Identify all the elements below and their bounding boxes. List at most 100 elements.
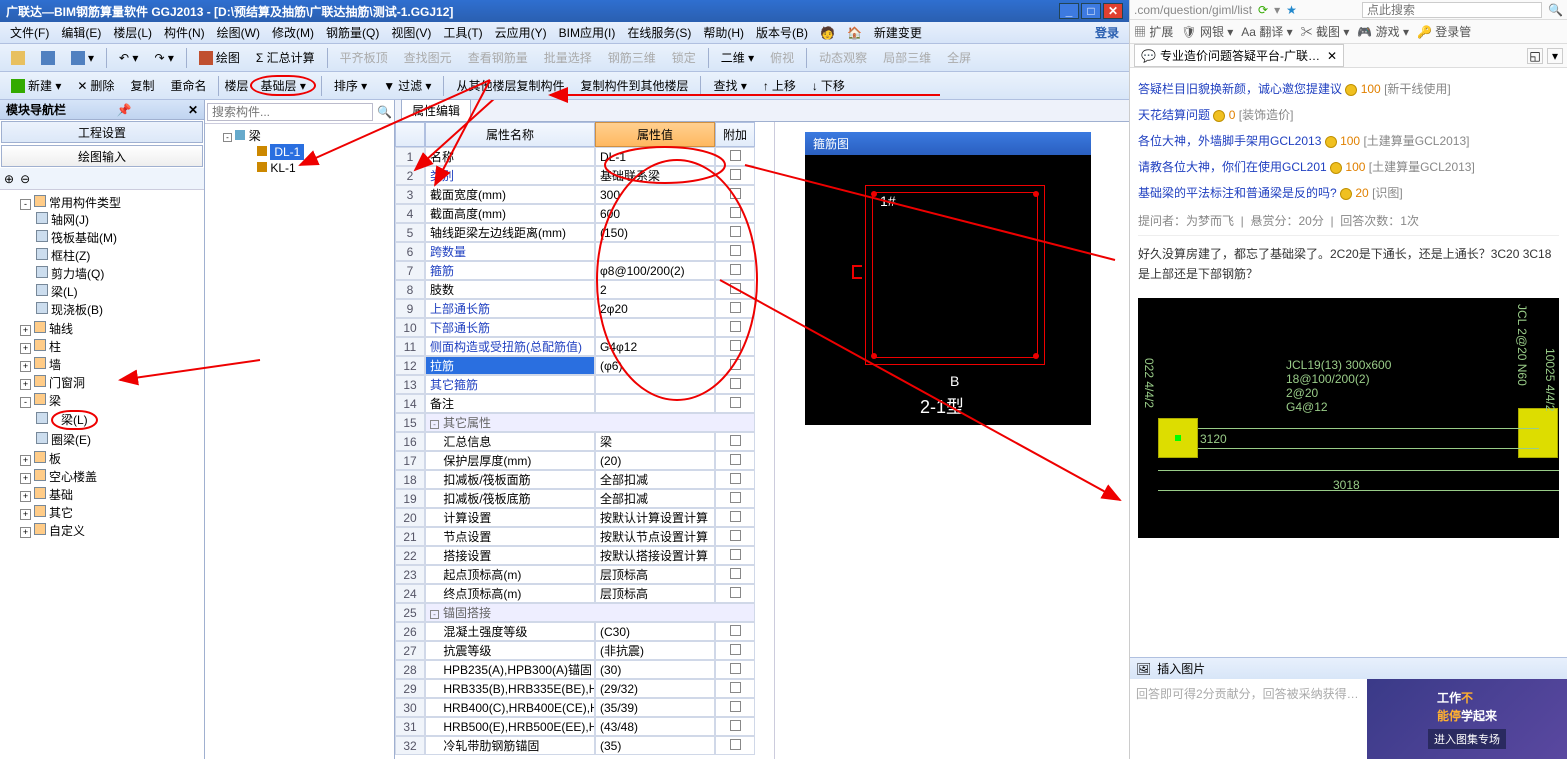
pin-icon[interactable]: 📌 <box>117 103 132 117</box>
nav-close-button[interactable]: ✕ <box>188 103 198 117</box>
menu-modify[interactable]: 修改(M) <box>266 22 320 43</box>
menu-cloud[interactable]: 云应用(Y) <box>489 22 553 43</box>
prop-row[interactable]: 28 HPB235(A),HPB300(A)锚固(30) <box>395 660 774 679</box>
close-button[interactable]: ✕ <box>1103 3 1123 19</box>
menu-version[interactable]: 版本号(B) <box>750 22 814 43</box>
prop-row[interactable]: 22 搭接设置按默认搭接设置计算 <box>395 546 774 565</box>
prop-row[interactable]: 23 起点顶标高(m)层顶标高 <box>395 565 774 584</box>
calc-button[interactable]: Σ 汇总计算 <box>249 47 322 69</box>
local3d-button[interactable]: 局部三维 <box>876 47 938 69</box>
menu-file[interactable]: 文件(F) <box>4 22 55 43</box>
tree-shearwall[interactable]: 剪力墙(Q) <box>36 265 200 283</box>
tree-axis-grid[interactable]: 轴网(J) <box>36 211 200 229</box>
prop-row[interactable]: 3截面宽度(mm)300 <box>395 185 774 204</box>
menu-online[interactable]: 在线服务(S) <box>621 22 697 43</box>
ext-button[interactable]: ▦ 扩展 <box>1134 23 1173 40</box>
tree-custom[interactable]: +自定义 <box>20 522 200 540</box>
prop-row[interactable]: 14备注 <box>395 394 774 413</box>
qa-item[interactable]: 请教各位大神，你们在使用GCL201 100 [土建算量GCL2013] <box>1138 154 1559 180</box>
prop-row[interactable]: 2类别基础联系梁 <box>395 166 774 185</box>
dim-select[interactable]: 二维 ▾ <box>714 47 761 69</box>
prop-row[interactable]: 13其它箍筋 <box>395 375 774 394</box>
bank-button[interactable]: 🛡 网银 ▾ <box>1181 23 1233 40</box>
prop-row[interactable]: 29 HRB335(B),HRB335E(BE),HRBF(29/32) <box>395 679 774 698</box>
prop-row[interactable]: 31 HRB500(E),HRB500E(EE),HRBF(43/48) <box>395 717 774 736</box>
menu-tools[interactable]: 工具(T) <box>437 22 488 43</box>
tab-close-icon[interactable]: ✕ <box>1327 49 1337 63</box>
tree-hollow[interactable]: +空心楼盖 <box>20 468 200 486</box>
prop-row[interactable]: 26 混凝土强度等级(C30) <box>395 622 774 641</box>
prop-row[interactable]: 10下部通长筋 <box>395 318 774 337</box>
view-rebar-button[interactable]: 查看钢筋量 <box>461 47 535 69</box>
copy-button[interactable]: 复制 <box>123 75 161 97</box>
tree-beam[interactable]: 梁(L) <box>36 283 200 301</box>
menu-floor[interactable]: 楼层(L) <box>107 22 158 43</box>
prop-row[interactable]: 5轴线距梁左边线距离(mm)(150) <box>395 223 774 242</box>
qa-item[interactable]: 答疑栏目旧貌换新颜，诚心邀您提建议 100 [新干线使用] <box>1138 76 1559 102</box>
align-top-button[interactable]: 平齐板顶 <box>333 47 395 69</box>
search-input[interactable] <box>207 103 373 121</box>
tree-axis[interactable]: +轴线 <box>20 320 200 338</box>
prop-row[interactable]: 11侧面构造或受扭筋(总配筋值)G4φ12 <box>395 337 774 356</box>
prop-row[interactable]: 1名称DL-1 <box>395 147 774 166</box>
copy-to-button[interactable]: 复制构件到其他楼层 <box>573 75 695 97</box>
draw-button[interactable]: 绘图 <box>192 47 247 69</box>
prop-row[interactable]: 30 HRB400(C),HRB400E(CE),HRBF(35/39) <box>395 698 774 717</box>
filter-button[interactable]: ▼ 过滤 ▾ <box>376 75 438 97</box>
menu-help[interactable]: 帮助(H) <box>697 22 750 43</box>
find-element-button[interactable]: 查找图元 <box>397 47 459 69</box>
sort-button[interactable]: 排序 ▾ <box>327 75 374 97</box>
tree-opening[interactable]: +门窗洞 <box>20 374 200 392</box>
move-up-button[interactable]: ↑ 上移 <box>756 75 803 97</box>
expand-icon[interactable]: ⊕ <box>4 172 14 186</box>
tab-menu-button[interactable]: ▾ <box>1547 48 1563 64</box>
find-button[interactable]: 查找 ▾ <box>706 75 753 97</box>
menu-bim[interactable]: BIM应用(I) <box>553 22 622 43</box>
menu-edit[interactable]: 编辑(E) <box>55 22 107 43</box>
tree-col[interactable]: +柱 <box>20 338 200 356</box>
prop-row[interactable]: 19 扣减板/筏板底筋全部扣减 <box>395 489 774 508</box>
copy-from-button[interactable]: 从其他楼层复制构件 <box>449 75 571 97</box>
mid-item-kl1[interactable]: KL-1 <box>243 160 390 176</box>
fullscreen-button[interactable]: 全屏 <box>940 47 978 69</box>
url-text[interactable]: .com/question/giml/list <box>1134 3 1252 17</box>
tree-slab[interactable]: 现浇板(B) <box>36 301 200 319</box>
tab-draw-input[interactable]: 绘图输入 <box>1 145 203 167</box>
qa-item[interactable]: 各位大神，外墙脚手架用GCL2013 100 [土建算量GCL2013] <box>1138 128 1559 154</box>
search-icon[interactable]: 🔍 <box>377 105 392 119</box>
undo-button[interactable]: ↶ ▾ <box>112 47 145 69</box>
floor-select[interactable]: 基础层 ▾ <box>250 75 315 96</box>
game-button[interactable]: 🎮 游戏 ▾ <box>1357 23 1409 40</box>
prop-row[interactable]: 24 终点顶标高(m)层顶标高 <box>395 584 774 603</box>
prop-row[interactable]: 25-锚固搭接 <box>395 603 774 622</box>
rebar-3d-button[interactable]: 钢筋三维 <box>601 47 663 69</box>
search-go-icon[interactable]: 🔍 <box>1548 3 1563 17</box>
menu-new-change[interactable]: 新建变更 <box>868 22 928 43</box>
prop-row[interactable]: 21 节点设置按默认节点设置计算 <box>395 527 774 546</box>
menu-component[interactable]: 构件(N) <box>158 22 211 43</box>
menu-view[interactable]: 视图(V) <box>385 22 437 43</box>
tree-raft[interactable]: 筏板基础(M) <box>36 229 200 247</box>
menu-draw[interactable]: 绘图(W) <box>211 22 266 43</box>
prop-row[interactable]: 27 抗震等级(非抗震) <box>395 641 774 660</box>
menu-rebar[interactable]: 钢筋量(Q) <box>320 22 385 43</box>
favorite-icon[interactable]: ★ <box>1286 3 1297 17</box>
tree-other[interactable]: +其它 <box>20 504 200 522</box>
tree-beam-l[interactable]: 梁(L) <box>36 409 200 431</box>
qa-item[interactable]: 基础梁的平法标注和普通梁是反的吗? 20 [识图] <box>1138 180 1559 206</box>
browser-tab[interactable]: 💬 专业造价问题答疑平台-广联达… ✕ <box>1134 44 1344 67</box>
tab-project-settings[interactable]: 工程设置 <box>1 121 203 143</box>
prop-row[interactable]: 4截面高度(mm)600 <box>395 204 774 223</box>
redo-button[interactable]: ↷ ▾ <box>147 47 180 69</box>
lock-button[interactable]: 锁定 <box>665 47 703 69</box>
qa-item[interactable]: 天花结算问题 0 [装饰造价] <box>1138 102 1559 128</box>
minimize-button[interactable]: _ <box>1059 3 1079 19</box>
move-down-button[interactable]: ↓ 下移 <box>805 75 852 97</box>
prop-row[interactable]: 20 计算设置按默认计算设置计算 <box>395 508 774 527</box>
new-button[interactable]: 新建 ▾ <box>4 75 68 97</box>
tree-ring-beam[interactable]: 圈梁(E) <box>36 431 200 449</box>
insert-image-label[interactable]: 插入图片 <box>1157 660 1205 677</box>
mid-beam-root[interactable]: - 梁 DL-1 KL-1 <box>209 128 390 176</box>
user-icon[interactable]: 🧑 <box>814 24 841 42</box>
insert-image-icon[interactable]: 🖼 <box>1136 662 1151 676</box>
